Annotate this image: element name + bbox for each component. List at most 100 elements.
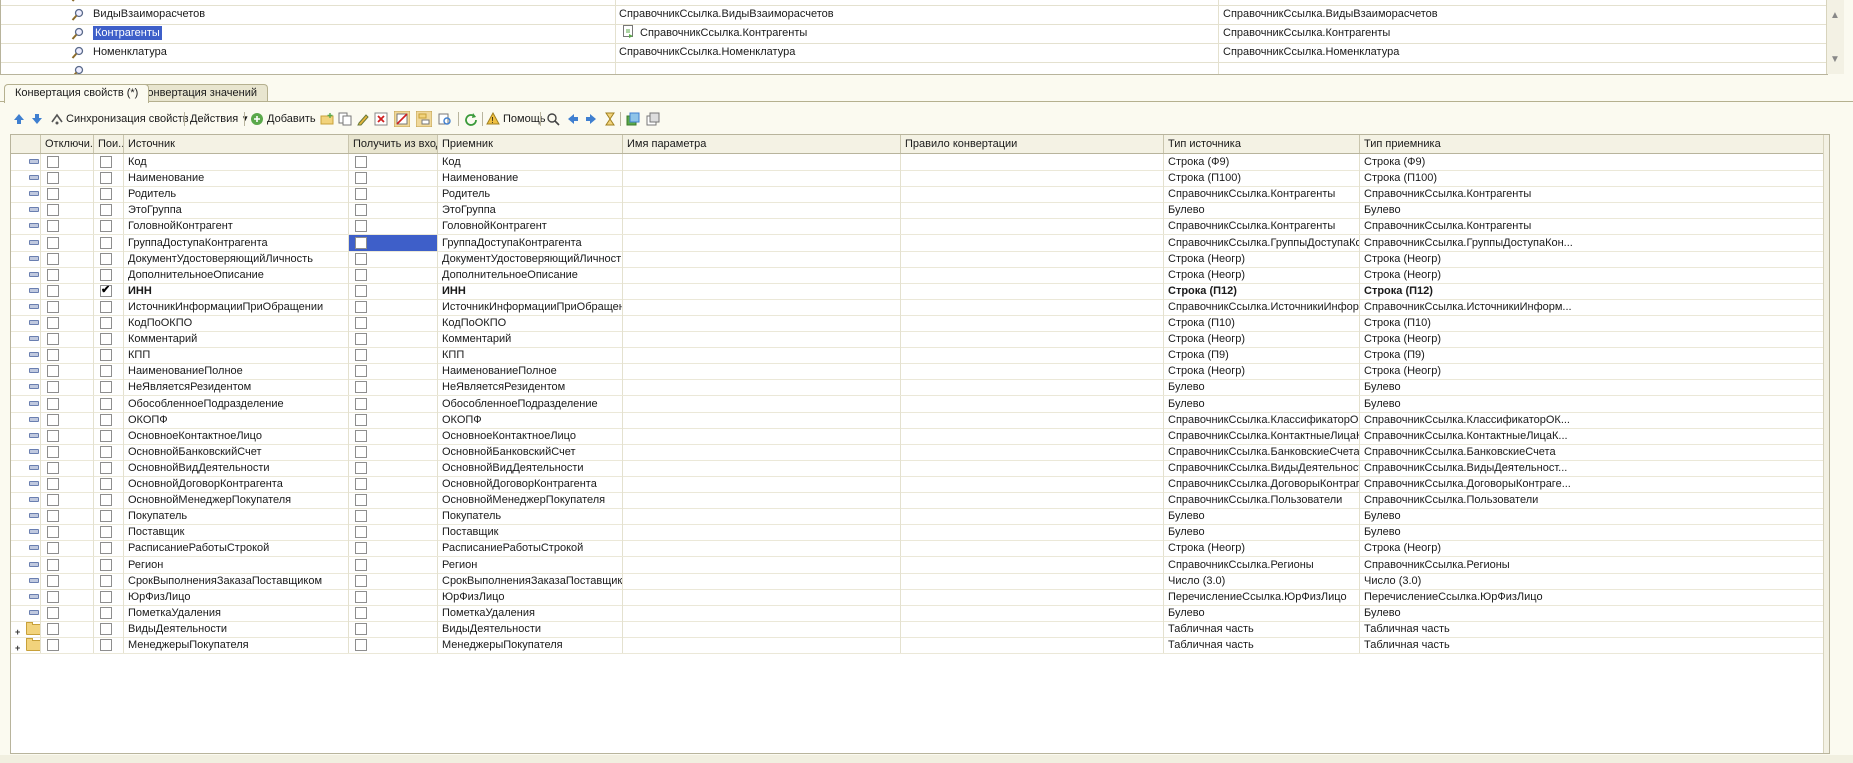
receiver-cell[interactable]: ОсновнойБанковскийСчет bbox=[438, 443, 623, 460]
source-cell[interactable]: Покупатель bbox=[124, 508, 349, 525]
disabled-cell[interactable] bbox=[41, 218, 94, 235]
receiver-cell[interactable]: Комментарий bbox=[438, 331, 623, 348]
search-checkbox[interactable] bbox=[100, 397, 112, 410]
receiver-cell[interactable]: МенеджерыПокупателя bbox=[438, 637, 623, 653]
param-name-cell[interactable] bbox=[623, 427, 901, 444]
receiver-cell[interactable]: Покупатель bbox=[438, 508, 623, 525]
receiver-cell[interactable]: ЮрФизЛицо bbox=[438, 588, 623, 605]
get-from-incoming-cell[interactable] bbox=[349, 637, 438, 653]
source-cell[interactable]: МенеджерыПокупателя bbox=[124, 637, 349, 653]
conv-rule-cell[interactable] bbox=[901, 540, 1164, 557]
search-checkbox[interactable] bbox=[100, 317, 112, 329]
source-cell[interactable]: ВидыДеятельности bbox=[124, 620, 349, 637]
disabled-checkbox[interactable] bbox=[47, 429, 59, 442]
conv-rule-cell[interactable] bbox=[901, 234, 1164, 251]
search-cell[interactable] bbox=[94, 379, 124, 396]
table-row[interactable]: Комментарий Комментарий Строка (Неогр) Стро… bbox=[11, 331, 1829, 349]
param-name-cell[interactable] bbox=[623, 620, 901, 637]
col-param-name[interactable]: Имя параметра bbox=[623, 135, 901, 153]
conv-rule-cell[interactable] bbox=[901, 411, 1164, 428]
object-row[interactable]: ВидыВзаиморасчетов СправочникСсылка.ВидыВ… bbox=[1, 5, 1827, 25]
disabled-checkbox[interactable] bbox=[47, 284, 59, 297]
search-checkbox[interactable] bbox=[100, 220, 112, 233]
get-from-incoming-cell[interactable] bbox=[349, 347, 438, 364]
search-checkbox[interactable] bbox=[100, 204, 112, 217]
edit-button[interactable] bbox=[356, 110, 370, 128]
table-row[interactable]: ОсновнойМенеджерПокупателя ОсновнойМенедж… bbox=[11, 492, 1829, 510]
get-from-incoming-checkbox[interactable] bbox=[355, 381, 367, 394]
conv-rule-cell[interactable] bbox=[901, 347, 1164, 364]
source-cell[interactable]: ГруппаДоступаКонтрагента bbox=[124, 234, 349, 251]
receiver-cell[interactable]: ОсновнойВидДеятельности bbox=[438, 459, 623, 476]
conv-rule-cell[interactable] bbox=[901, 588, 1164, 605]
object-row[interactable] bbox=[1, 62, 1827, 74]
move-up-button[interactable] bbox=[12, 110, 26, 128]
receiver-cell[interactable]: ОсновнойМенеджерПокупателя bbox=[438, 492, 623, 509]
get-from-incoming-checkbox[interactable] bbox=[355, 365, 367, 378]
disabled-cell[interactable] bbox=[41, 315, 94, 331]
table-row[interactable]: ПометкаУдаления ПометкаУдаления Булево Буле… bbox=[11, 604, 1829, 622]
conv-rule-cell[interactable] bbox=[901, 556, 1164, 573]
get-from-incoming-cell[interactable] bbox=[349, 395, 438, 412]
delete-button[interactable] bbox=[374, 110, 388, 128]
tab-value-conversion[interactable]: Конвертация значений bbox=[130, 84, 269, 102]
table-row[interactable]: ГруппаДоступаКонтрагента ГруппаДоступаКон… bbox=[11, 234, 1829, 252]
table-row[interactable]: ЮрФизЛицо ЮрФизЛицо ПеречислениеСсылка.ЮрФ… bbox=[11, 588, 1829, 606]
search-cell[interactable] bbox=[94, 170, 124, 187]
conv-rule-cell[interactable] bbox=[901, 427, 1164, 444]
source-cell[interactable]: ОсновнойБанковскийСчет bbox=[124, 443, 349, 460]
receiver-cell[interactable]: ПометкаУдаления bbox=[438, 604, 623, 621]
get-from-incoming-cell[interactable] bbox=[349, 492, 438, 509]
get-from-incoming-checkbox[interactable] bbox=[355, 220, 367, 233]
get-from-incoming-checkbox[interactable] bbox=[355, 349, 367, 362]
selected-object-name[interactable]: Контрагенты bbox=[93, 26, 162, 40]
prev-button[interactable] bbox=[566, 110, 580, 128]
get-from-incoming-checkbox[interactable] bbox=[355, 461, 367, 474]
get-from-incoming-cell[interactable] bbox=[349, 411, 438, 428]
param-name-cell[interactable] bbox=[623, 186, 901, 203]
col-search[interactable]: Пои... bbox=[94, 135, 124, 153]
get-from-incoming-checkbox[interactable] bbox=[355, 590, 367, 603]
conv-rule-cell[interactable] bbox=[901, 266, 1164, 283]
disabled-cell[interactable] bbox=[41, 476, 94, 492]
search-cell[interactable] bbox=[94, 588, 124, 605]
search-checkbox[interactable] bbox=[100, 574, 112, 587]
disabled-cell[interactable] bbox=[41, 556, 94, 573]
get-from-incoming-cell[interactable] bbox=[349, 202, 438, 219]
conv-rule-cell[interactable] bbox=[901, 218, 1164, 235]
disabled-checkbox[interactable] bbox=[47, 590, 59, 603]
disabled-checkbox[interactable] bbox=[47, 349, 59, 362]
conv-rule-cell[interactable] bbox=[901, 395, 1164, 412]
objects-list-scrollbar[interactable]: ▲ ▼ bbox=[1826, 0, 1844, 74]
disabled-cell[interactable] bbox=[41, 379, 94, 396]
scroll-up-icon[interactable]: ▲ bbox=[1830, 10, 1840, 21]
param-name-cell[interactable] bbox=[623, 508, 901, 525]
disabled-checkbox[interactable] bbox=[47, 381, 59, 394]
search-cell[interactable] bbox=[94, 476, 124, 492]
param-name-cell[interactable] bbox=[623, 492, 901, 509]
scroll-up-icon[interactable]: ▲ bbox=[1828, 137, 1829, 148]
receiver-cell[interactable]: КодПоОКПО bbox=[438, 315, 623, 331]
receiver-cell[interactable]: ОКОПФ bbox=[438, 411, 623, 428]
disabled-checkbox[interactable] bbox=[47, 606, 59, 619]
receiver-cell[interactable]: Регион bbox=[438, 556, 623, 573]
get-from-incoming-checkbox[interactable] bbox=[355, 413, 367, 426]
search-checkbox[interactable] bbox=[100, 268, 112, 281]
source-cell[interactable]: Наименование bbox=[124, 170, 349, 187]
get-from-incoming-checkbox[interactable] bbox=[355, 478, 367, 490]
conv-rule-cell[interactable] bbox=[901, 524, 1164, 541]
conv-rule-cell[interactable] bbox=[901, 459, 1164, 476]
table-row[interactable]: ОКОПФ ОКОПФ СправочникСсылка.Классификатор… bbox=[11, 411, 1829, 429]
search-checkbox[interactable] bbox=[100, 478, 112, 490]
col-source-type[interactable]: Тип источника bbox=[1164, 135, 1360, 153]
param-name-cell[interactable] bbox=[623, 250, 901, 267]
conv-rule-cell[interactable] bbox=[901, 298, 1164, 315]
search-cell[interactable] bbox=[94, 234, 124, 251]
param-name-cell[interactable] bbox=[623, 572, 901, 589]
search-cell[interactable] bbox=[94, 637, 124, 653]
source-cell[interactable]: ЭтоГруппа bbox=[124, 202, 349, 219]
get-from-incoming-cell[interactable] bbox=[349, 443, 438, 460]
search-cell[interactable] bbox=[94, 411, 124, 428]
search-checkbox[interactable] bbox=[100, 622, 112, 635]
receiver-cell[interactable]: Поставщик bbox=[438, 524, 623, 541]
